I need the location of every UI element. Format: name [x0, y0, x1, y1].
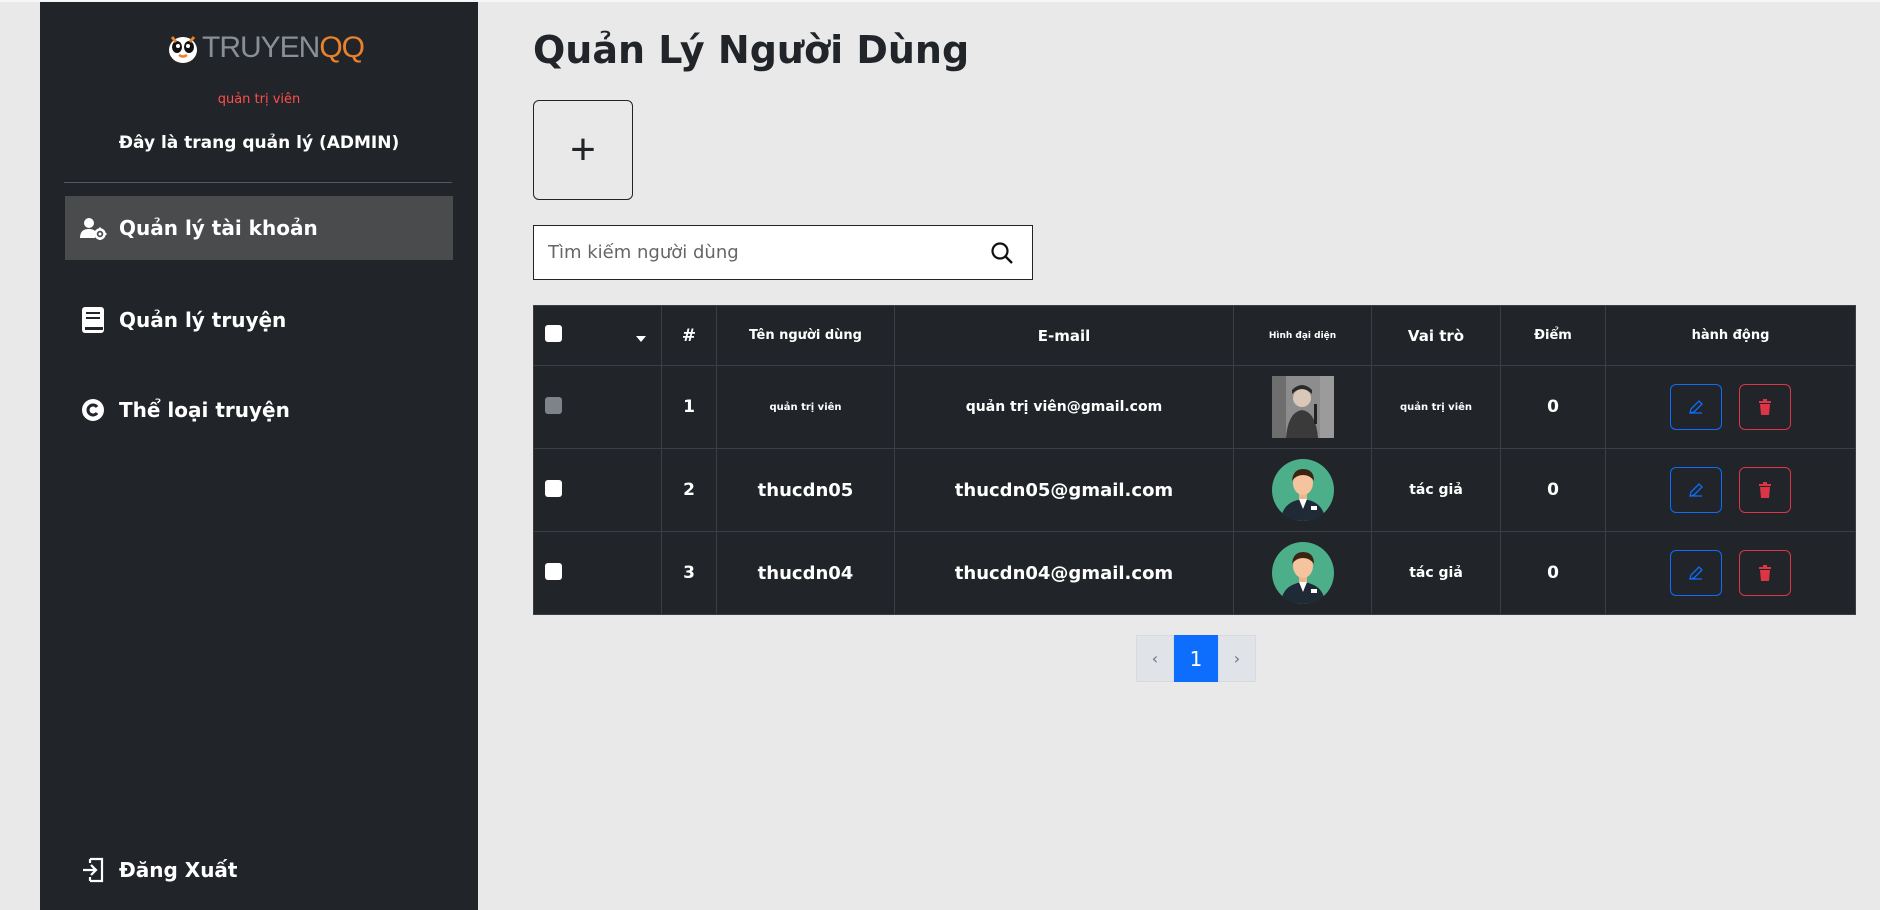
user-avatar-photo — [1271, 376, 1334, 438]
sidebar: TRUYENQQ quản trị viên Đây là trang quản… — [40, 2, 478, 910]
trash-icon — [1759, 565, 1772, 581]
user-avatar-default — [1271, 459, 1334, 521]
pagination-page-1[interactable]: 1 — [1174, 635, 1218, 682]
select-all-cell — [533, 305, 662, 366]
user-role-label: quản trị viên — [217, 92, 301, 107]
pencil-icon — [1689, 483, 1703, 497]
table-header-row: # Tên người dùng E-mail Hình đại diện Va… — [533, 305, 1856, 366]
pagination: ‹ 1 › — [1136, 635, 1256, 682]
logout-label: Đăng Xuất — [119, 858, 238, 882]
col-actions: hành động — [1605, 305, 1856, 366]
logo-text-part1: TRUYEN — [202, 31, 320, 64]
row-email: thucdn04@gmail.com — [894, 531, 1234, 615]
book-icon — [79, 306, 107, 334]
row-index: 2 — [661, 448, 717, 532]
sidebar-divider — [64, 182, 452, 183]
table-row: 2 thucdn05 thucdn05@gmail.com tác giả 0 — [533, 448, 1856, 532]
row-username: thucdn04 — [716, 531, 895, 615]
copyright-icon — [79, 396, 107, 424]
sidebar-item-story-categories[interactable]: Thể loại truyện — [65, 378, 453, 442]
row-username: thucdn05 — [716, 448, 895, 532]
edit-button[interactable] — [1669, 550, 1722, 596]
search-input[interactable] — [534, 226, 982, 279]
sidebar-item-label: Quản lý tài khoản — [119, 216, 318, 240]
col-role: Vai trò — [1371, 305, 1501, 366]
search-box — [533, 225, 1033, 280]
row-points: 0 — [1500, 531, 1606, 615]
col-avatar: Hình đại diện — [1233, 305, 1372, 366]
edit-button[interactable] — [1669, 467, 1722, 513]
app-logo[interactable]: TRUYENQQ — [166, 28, 365, 68]
search-icon[interactable] — [982, 233, 1022, 273]
pencil-icon — [1689, 566, 1703, 580]
sidebar-item-label: Quản lý truyện — [119, 308, 287, 332]
trash-icon — [1759, 399, 1772, 415]
col-points: Điểm — [1500, 305, 1606, 366]
pagination-next[interactable]: › — [1218, 635, 1256, 682]
users-table: # Tên người dùng E-mail Hình đại diện Va… — [533, 305, 1856, 615]
sidebar-item-story-management[interactable]: Quản lý truyện — [65, 288, 453, 352]
pencil-icon — [1689, 400, 1703, 414]
delete-button[interactable] — [1739, 467, 1792, 513]
logo-text-part2: QQ — [319, 31, 365, 64]
welcome-text: Đây là trang quản lý (ADMIN) — [118, 133, 400, 153]
row-email: thucdn05@gmail.com — [894, 448, 1234, 532]
caret-down-icon[interactable] — [635, 335, 647, 343]
row-index: 3 — [661, 531, 717, 615]
row-checkbox[interactable] — [545, 562, 562, 580]
table-row: 1 quản trị viên quản trị viên@gmail.com … — [533, 365, 1856, 449]
row-points: 0 — [1500, 365, 1606, 449]
row-role: quản trị viên — [1371, 365, 1501, 449]
delete-button[interactable] — [1739, 550, 1792, 596]
row-role: tác giả — [1371, 531, 1501, 615]
row-index: 1 — [661, 365, 717, 449]
delete-button[interactable] — [1739, 384, 1792, 430]
row-role: tác giả — [1371, 448, 1501, 532]
logout-icon — [79, 856, 107, 884]
row-checkbox[interactable] — [545, 396, 562, 414]
sidebar-item-label: Thể loại truyện — [119, 398, 290, 422]
col-username: Tên người dùng — [716, 305, 895, 366]
user-gear-icon — [79, 214, 107, 242]
sidebar-item-account-management[interactable]: Quản lý tài khoản — [65, 196, 453, 260]
edit-button[interactable] — [1669, 384, 1722, 430]
pagination-prev[interactable]: ‹ — [1136, 635, 1174, 682]
col-index: # — [661, 305, 717, 366]
user-avatar-default — [1271, 542, 1334, 604]
select-all-checkbox[interactable] — [545, 325, 562, 342]
trash-icon — [1759, 482, 1772, 498]
row-username: quản trị viên — [716, 365, 895, 449]
table-row: 3 thucdn04 thucdn04@gmail.com tác giả 0 — [533, 531, 1856, 615]
page-title: Quản Lý Người Dùng — [533, 28, 970, 72]
logout-button[interactable]: Đăng Xuất — [65, 838, 453, 902]
row-points: 0 — [1500, 448, 1606, 532]
row-checkbox[interactable] — [545, 479, 562, 497]
col-email: E-mail — [894, 305, 1234, 366]
logo-mascot-icon — [169, 36, 197, 63]
row-email: quản trị viên@gmail.com — [894, 365, 1234, 449]
add-user-button[interactable]: + — [533, 100, 633, 200]
